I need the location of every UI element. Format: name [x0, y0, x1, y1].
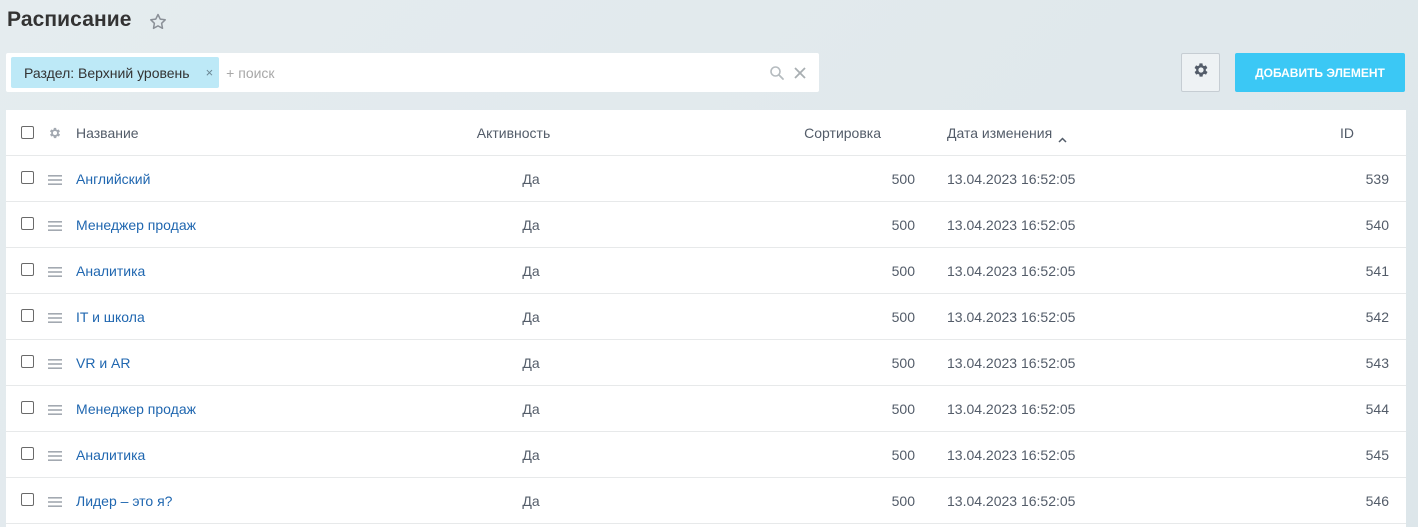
row-date: 13.04.2023 16:52:05	[947, 263, 1076, 279]
row-name-link[interactable]: Менеджер продаж	[76, 202, 196, 248]
row-sort: 500	[891, 401, 915, 417]
row-name-link[interactable]: Аналитика	[76, 248, 145, 294]
drag-handle-icon[interactable]	[48, 173, 62, 185]
filter-search-bar[interactable]: Раздел: Верхний уровень ×	[6, 53, 819, 92]
column-header-id[interactable]: ID	[1306, 110, 1354, 156]
drag-handle-icon[interactable]	[48, 449, 62, 461]
row-checkbox[interactable]	[21, 493, 34, 506]
table-row[interactable]: VR и AR Да 500 13.04.2023 16:52:05 543	[6, 340, 1406, 386]
drag-handle-icon[interactable]	[48, 265, 62, 277]
row-sort: 500	[891, 171, 915, 187]
row-active: Да	[522, 309, 540, 325]
row-active: Да	[522, 217, 540, 233]
row-active: Да	[522, 447, 540, 463]
row-checkbox[interactable]	[21, 263, 34, 276]
row-sort: 500	[891, 309, 915, 325]
sort-ascending-icon	[1058, 130, 1067, 143]
column-header-name[interactable]: Название	[76, 110, 139, 156]
column-header-sort[interactable]: Сортировка	[706, 110, 881, 156]
row-name-link[interactable]: Английский	[76, 156, 150, 202]
add-element-button[interactable]: ДОБАВИТЬ ЭЛЕМЕНТ	[1235, 53, 1405, 92]
row-sort: 500	[891, 263, 915, 279]
row-active: Да	[522, 171, 540, 187]
column-header-date[interactable]: Дата изменения	[947, 110, 1067, 156]
elements-grid: Название Активность Сортировка Дата изме…	[6, 110, 1406, 527]
drag-handle-icon[interactable]	[48, 403, 62, 415]
table-row[interactable]: Аналитика Да 500 13.04.2023 16:52:05 545	[6, 432, 1406, 478]
row-active: Да	[522, 263, 540, 279]
table-row[interactable]: Менеджер продаж Да 500 13.04.2023 16:52:…	[6, 386, 1406, 432]
star-icon[interactable]	[148, 12, 168, 32]
drag-handle-icon[interactable]	[48, 495, 62, 507]
row-date: 13.04.2023 16:52:05	[947, 447, 1076, 463]
row-active: Да	[522, 401, 540, 417]
drag-handle-icon[interactable]	[48, 357, 62, 369]
select-all-checkbox[interactable]	[21, 126, 34, 139]
row-sort: 500	[891, 447, 915, 463]
row-sort: 500	[891, 217, 915, 233]
row-date: 13.04.2023 16:52:05	[947, 401, 1076, 417]
row-id-link[interactable]: 543	[1306, 340, 1389, 386]
row-name-link[interactable]: Менеджер продаж	[76, 386, 196, 432]
row-date: 13.04.2023 16:52:05	[947, 355, 1076, 371]
row-date: 13.04.2023 16:52:05	[947, 171, 1076, 187]
filter-chip-section[interactable]: Раздел: Верхний уровень ×	[11, 57, 220, 88]
page-title: Расписание	[7, 8, 132, 31]
row-id-link[interactable]: 541	[1306, 248, 1389, 294]
row-sort: 500	[891, 493, 915, 509]
row-id-link[interactable]: 540	[1306, 202, 1389, 248]
row-active: Да	[522, 493, 540, 509]
filter-chip-remove-icon[interactable]: ×	[206, 65, 214, 80]
grid-header: Название Активность Сортировка Дата изме…	[6, 110, 1406, 156]
search-icon[interactable]	[769, 65, 785, 81]
row-date: 13.04.2023 16:52:05	[947, 493, 1076, 509]
row-id-link[interactable]: 542	[1306, 294, 1389, 340]
row-checkbox[interactable]	[21, 309, 34, 322]
row-checkbox[interactable]	[21, 447, 34, 460]
row-sort: 500	[891, 355, 915, 371]
table-row[interactable]: Лидер – это я? Да 500 13.04.2023 16:52:0…	[6, 478, 1406, 524]
row-id-link[interactable]: 546	[1306, 478, 1389, 524]
row-id-link[interactable]: 544	[1306, 386, 1389, 432]
row-checkbox[interactable]	[21, 217, 34, 230]
clear-search-icon[interactable]	[793, 66, 807, 80]
column-header-date-label: Дата изменения	[947, 125, 1053, 141]
row-name-link[interactable]: IT и школа	[76, 294, 145, 340]
column-header-active[interactable]: Активность	[426, 110, 601, 156]
row-date: 13.04.2023 16:52:05	[947, 217, 1076, 233]
row-name-link[interactable]: Аналитика	[76, 432, 145, 478]
row-checkbox[interactable]	[21, 401, 34, 414]
row-checkbox[interactable]	[21, 171, 34, 184]
table-row[interactable]: Английский Да 500 13.04.2023 16:52:05 53…	[6, 156, 1406, 202]
row-date: 13.04.2023 16:52:05	[947, 309, 1076, 325]
filter-chip-label: Раздел: Верхний уровень	[24, 64, 190, 81]
column-settings-gear-icon[interactable]	[48, 126, 62, 140]
table-row[interactable]: Менеджер продаж Да 500 13.04.2023 16:52:…	[6, 202, 1406, 248]
row-id-link[interactable]: 539	[1306, 156, 1389, 202]
table-row[interactable]: Аналитика Да 500 13.04.2023 16:52:05 541	[6, 248, 1406, 294]
row-checkbox[interactable]	[21, 355, 34, 368]
drag-handle-icon[interactable]	[48, 219, 62, 231]
row-name-link[interactable]: VR и AR	[76, 340, 131, 386]
settings-button[interactable]	[1181, 53, 1220, 92]
row-active: Да	[522, 355, 540, 371]
row-id-link[interactable]: 545	[1306, 432, 1389, 478]
table-row[interactable]: IT и школа Да 500 13.04.2023 16:52:05 54…	[6, 294, 1406, 340]
row-name-link[interactable]: Лидер – это я?	[76, 478, 172, 524]
drag-handle-icon[interactable]	[48, 311, 62, 323]
gear-icon	[1192, 61, 1210, 84]
search-input[interactable]	[226, 57, 769, 88]
